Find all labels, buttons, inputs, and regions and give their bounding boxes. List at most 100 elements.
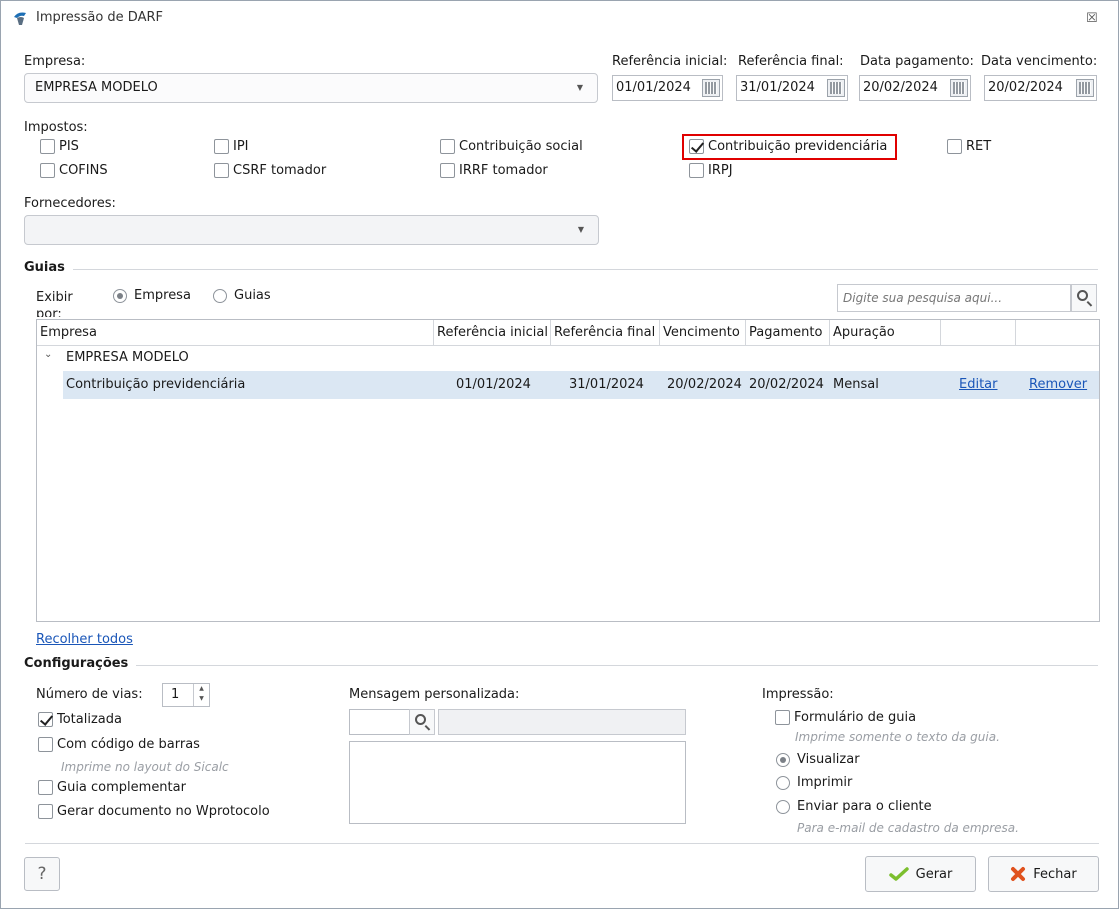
config-section-title: Configurações: [24, 656, 129, 671]
checkbox-label: IPI: [233, 139, 249, 154]
mensagem-textarea[interactable]: [349, 741, 686, 824]
checkbox-contribuicao-social[interactable]: Contribuição social: [440, 139, 583, 154]
column-header-vencimento[interactable]: Vencimento: [660, 320, 746, 346]
empresa-select[interactable]: EMPRESA MODELO ▼: [24, 73, 598, 103]
checkbox-box[interactable]: [947, 139, 962, 154]
checkbox-guia-complementar[interactable]: Guia complementar: [38, 780, 186, 795]
checkbox-pis[interactable]: PIS: [40, 139, 79, 154]
fornecedores-select[interactable]: ▼: [24, 215, 599, 245]
help-button[interactable]: ?: [24, 857, 60, 891]
footer-divider: [25, 843, 1099, 844]
search-icon: [415, 714, 426, 725]
calendar-icon[interactable]: [702, 79, 720, 97]
checkbox-box[interactable]: [38, 780, 53, 795]
radio-button[interactable]: [213, 288, 227, 303]
fornecedores-label: Fornecedores:: [24, 196, 116, 211]
calendar-icon[interactable]: [1076, 79, 1094, 97]
chevron-down-icon[interactable]: ⌄: [44, 349, 52, 360]
radio-visualizar[interactable]: Visualizar: [776, 752, 860, 767]
checkbox-label: PIS: [59, 139, 79, 154]
collapse-all-link[interactable]: Recolher todos: [36, 632, 133, 647]
column-header-ref-inicial[interactable]: Referência inicial: [434, 320, 551, 346]
checkbox-formulario-guia[interactable]: Formulário de guia: [775, 710, 916, 725]
edit-link[interactable]: Editar: [959, 377, 998, 392]
checkbox-box[interactable]: [40, 163, 55, 178]
radio-button[interactable]: [776, 752, 790, 767]
checkbox-gerar-wprotocolo[interactable]: Gerar documento no Wprotocolo: [38, 804, 270, 819]
search-button[interactable]: [1071, 284, 1097, 312]
checkbox-irpj[interactable]: IRPJ: [689, 163, 733, 178]
checkbox-irrf-tomador[interactable]: IRRF tomador: [440, 163, 548, 178]
codigo-barras-hint: Imprime no layout do Sicalc: [61, 760, 229, 774]
ref-inicial-input[interactable]: 01/01/2024: [612, 75, 723, 101]
column-header-pagamento[interactable]: Pagamento: [746, 320, 830, 346]
radio-empresa[interactable]: Empresa: [113, 288, 191, 303]
group-row[interactable]: ⌄ EMPRESA MODELO: [37, 346, 1099, 371]
checkbox-box[interactable]: [38, 804, 53, 819]
radio-guias[interactable]: Guias: [213, 288, 271, 303]
radio-button[interactable]: [776, 799, 790, 814]
checkbox-contribuicao-previdenciaria[interactable]: Contribuição previdenciária: [689, 139, 887, 154]
impostos-label: Impostos:: [24, 120, 88, 135]
search-input[interactable]: Digite sua pesquisa aqui...: [837, 284, 1071, 312]
column-header-apuracao[interactable]: Apuração: [830, 320, 941, 346]
checkbox-box[interactable]: [440, 163, 455, 178]
checkbox-box[interactable]: [214, 163, 229, 178]
checkbox-csrf-tomador[interactable]: CSRF tomador: [214, 163, 326, 178]
checkbox-box[interactable]: [689, 163, 704, 178]
mensagem-code-input[interactable]: [349, 709, 410, 735]
exibir-por-label: Exibir por:: [36, 290, 73, 317]
ref-inicial-value: 01/01/2024: [616, 80, 691, 95]
calendar-icon[interactable]: [827, 79, 845, 97]
fechar-button[interactable]: Fechar: [988, 856, 1099, 892]
checkbox-box[interactable]: [40, 139, 55, 154]
checkbox-totalizada[interactable]: Totalizada: [38, 712, 122, 727]
checkbox-box[interactable]: [775, 710, 790, 725]
checkbox-box[interactable]: [689, 139, 704, 154]
data-pagamento-value: 20/02/2024: [863, 80, 938, 95]
radio-label: Visualizar: [797, 752, 860, 767]
mensagem-search-button[interactable]: [409, 709, 435, 735]
checkmark-icon: [888, 867, 909, 881]
checkbox-codigo-barras[interactable]: Com código de barras: [38, 737, 200, 752]
column-header-ref-final[interactable]: Referência final: [551, 320, 660, 346]
darf-dialog: Impressão de DARF ☒ Empresa: EMPRESA MOD…: [0, 0, 1119, 909]
data-pagamento-input[interactable]: 20/02/2024: [859, 75, 971, 101]
checkbox-box[interactable]: [38, 712, 53, 727]
remove-link[interactable]: Remover: [1029, 377, 1087, 392]
data-vencimento-input[interactable]: 20/02/2024: [984, 75, 1097, 101]
checkbox-box[interactable]: [440, 139, 455, 154]
checkbox-ipi[interactable]: IPI: [214, 139, 249, 154]
fechar-label: Fechar: [1033, 866, 1077, 882]
column-header-empresa[interactable]: Empresa: [37, 320, 434, 346]
checkbox-ret[interactable]: RET: [947, 139, 991, 154]
checkbox-label: Gerar documento no Wprotocolo: [57, 804, 270, 819]
stepper-arrows-icon[interactable]: ▲ ▼: [193, 684, 209, 706]
checkbox-box[interactable]: [38, 737, 53, 752]
cell-empresa: Contribuição previdenciária: [66, 377, 246, 392]
cell-pagamento: 20/02/2024: [749, 377, 824, 392]
close-icon[interactable]: ☒: [1086, 11, 1098, 26]
mensagem-label: Mensagem personalizada:: [349, 687, 520, 702]
radio-enviar-cliente[interactable]: Enviar para o cliente: [776, 799, 932, 814]
table-row[interactable]: Contribuição previdenciária 01/01/2024 3…: [63, 371, 1099, 399]
empresa-select-value: EMPRESA MODELO: [35, 80, 158, 95]
checkbox-label: Contribuição social: [459, 139, 583, 154]
checkbox-cofins[interactable]: COFINS: [40, 163, 108, 178]
group-name: EMPRESA MODELO: [66, 350, 189, 365]
radio-imprimir[interactable]: Imprimir: [776, 775, 852, 790]
radio-button[interactable]: [776, 775, 790, 790]
checkbox-label: IRPJ: [708, 163, 733, 178]
gerar-button[interactable]: Gerar: [865, 856, 976, 892]
checkbox-label: COFINS: [59, 163, 108, 178]
window-title: Impressão de DARF: [36, 10, 163, 25]
calendar-icon[interactable]: [950, 79, 968, 97]
num-vias-stepper[interactable]: 1 ▲ ▼: [162, 683, 210, 707]
mensagem-description-field: [438, 709, 686, 735]
enviar-hint: Para e-mail de cadastro da empresa.: [797, 821, 1019, 835]
ref-final-input[interactable]: 31/01/2024: [736, 75, 848, 101]
radio-button[interactable]: [113, 288, 127, 303]
radio-label: Enviar para o cliente: [797, 799, 932, 814]
checkbox-label: Totalizada: [57, 712, 122, 727]
checkbox-box[interactable]: [214, 139, 229, 154]
